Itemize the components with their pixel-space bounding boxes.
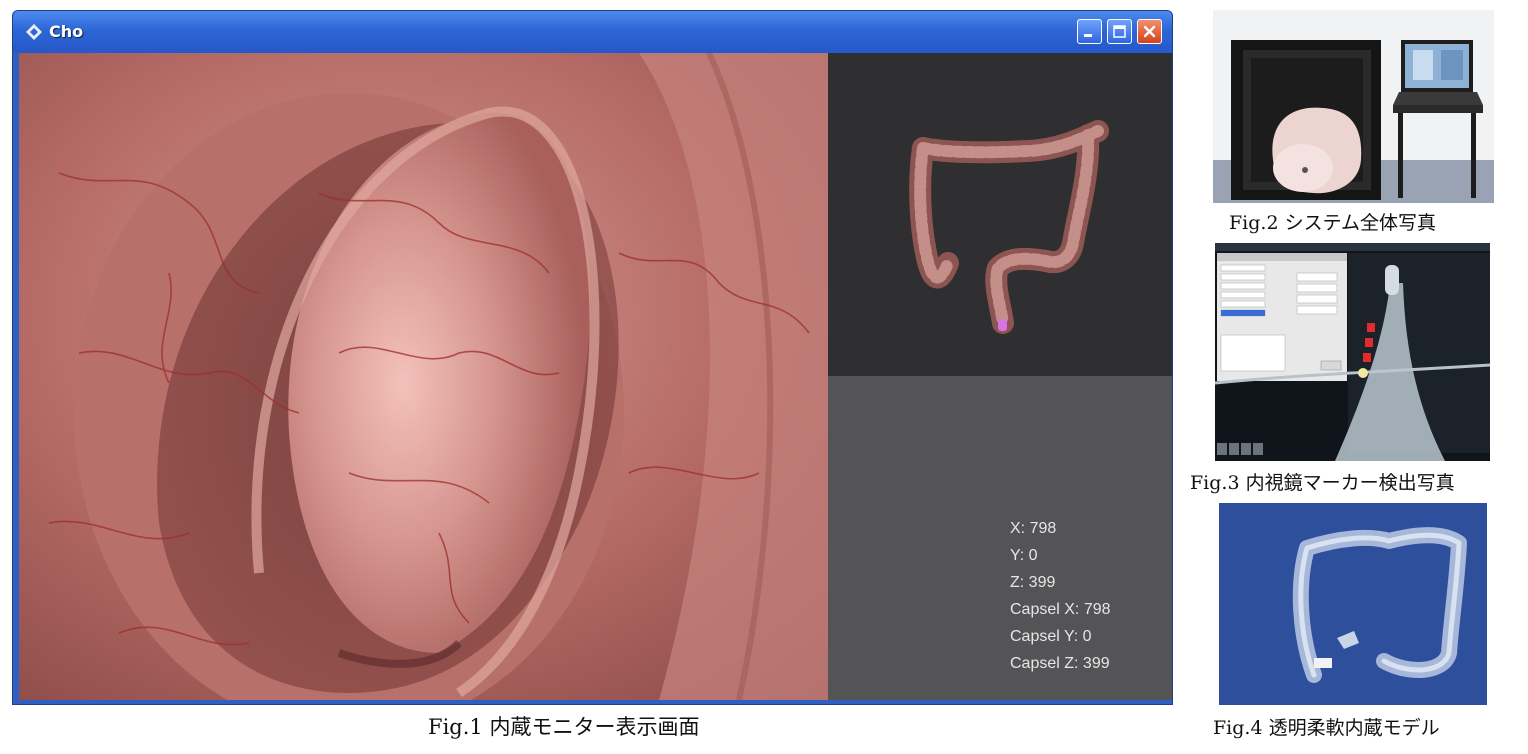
title-bar[interactable]: Cho: [13, 11, 1172, 53]
capsule-marker: [998, 319, 1007, 331]
fig4-caption: Fig.4 透明柔軟内蔵モデル: [1213, 717, 1440, 739]
readout-capsel-x: Capsel X: 798: [1010, 601, 1111, 618]
close-icon: [1143, 25, 1156, 38]
minimize-button[interactable]: [1077, 19, 1102, 44]
readout-z: Z: 399: [1010, 574, 1056, 591]
coordinate-readout-panel: X: 798 Y: 0 Z: 399 Capsel X: 798 Capsel …: [828, 376, 1172, 700]
organ-model-render: [1219, 503, 1487, 705]
window-title: Cho: [49, 22, 84, 41]
maximize-button[interactable]: [1107, 19, 1132, 44]
readout-capsel-z: Capsel Z: 399: [1010, 655, 1110, 672]
fig1-caption: Fig.1 内蔵モニター表示画面: [428, 715, 700, 739]
marker-detection-photo: [1215, 243, 1490, 461]
close-button[interactable]: [1137, 19, 1162, 44]
app-window: Cho X: 798 Y: 0 Z: 399 Capsel X: 798 Cap…: [12, 10, 1173, 705]
readout-capsel-y: Capsel Y: 0: [1010, 628, 1092, 645]
colon-model-panel[interactable]: [828, 53, 1172, 376]
readout-y: Y: 0: [1010, 547, 1038, 564]
colon-interior-render: [19, 53, 828, 700]
marker-detection-render: [1215, 243, 1490, 461]
endoscope-3d-view[interactable]: [19, 53, 828, 700]
readout-x: X: 798: [1010, 520, 1057, 537]
fig2-caption: Fig.2 システム全体写真: [1229, 212, 1437, 234]
unity-logo-icon: [26, 24, 42, 40]
maximize-icon: [1113, 25, 1126, 38]
minimize-icon: [1084, 34, 1092, 37]
fig3-caption: Fig.3 内視鏡マーカー検出写真: [1190, 472, 1455, 494]
system-photo-render: [1213, 10, 1494, 203]
colon-model-render: [909, 120, 1109, 334]
system-photo: [1213, 10, 1494, 203]
organ-model-photo: [1219, 503, 1487, 705]
